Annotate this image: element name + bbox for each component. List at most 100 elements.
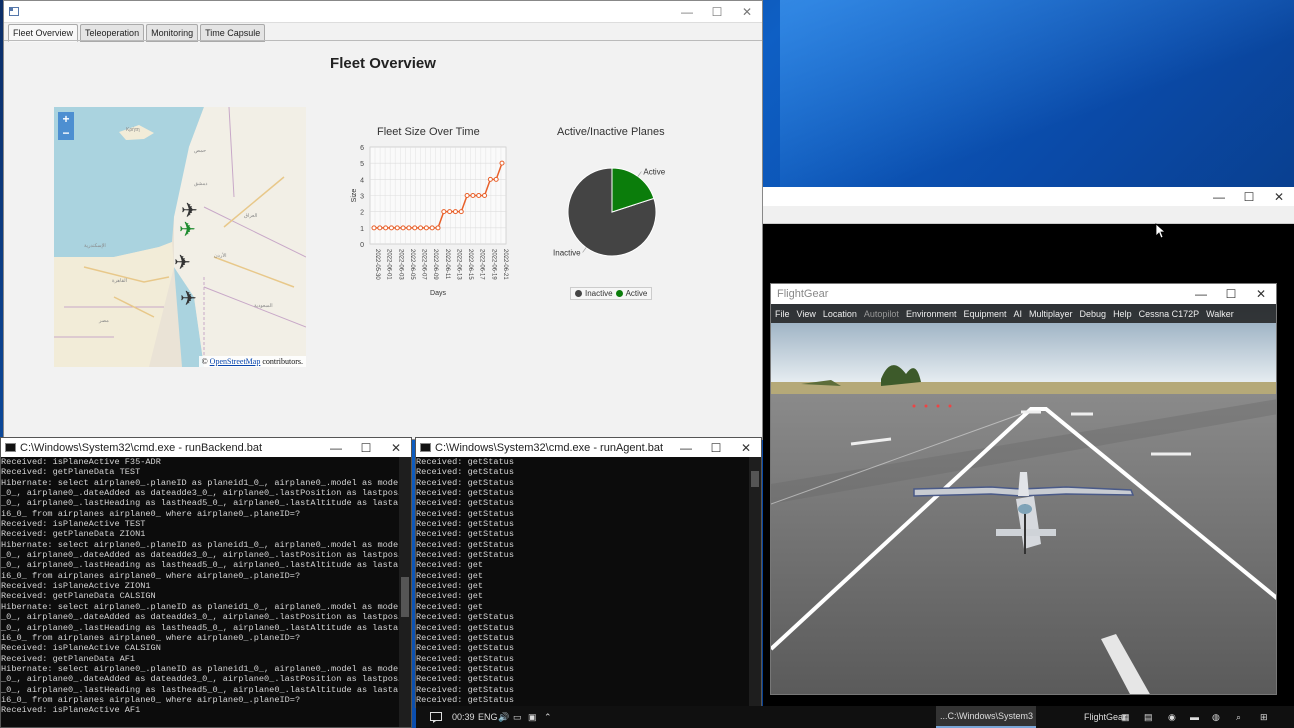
minimize-button[interactable]: —: [671, 438, 701, 457]
console-line: Received: get: [416, 591, 484, 602]
folder-icon[interactable]: ▬: [1190, 706, 1199, 728]
menu-location[interactable]: Location: [823, 309, 857, 319]
menu-multiplayer[interactable]: Multiplayer: [1029, 309, 1073, 319]
taskbar-item-flightgear[interactable]: FlightGear: [1084, 706, 1126, 728]
console-line: Hibernate: select airplane0_.planeID as …: [1, 477, 399, 488]
close-button[interactable]: ✕: [732, 1, 762, 22]
map-zoom-in-button[interactable]: +: [58, 112, 74, 126]
taskbar: 00:39 ENG 🔊 ▭ ▣ ⌃ ...C:\Windows\System3 …: [416, 706, 1294, 728]
x-tick-label: 2022-05-30: [374, 249, 380, 280]
active-airplane-marker-icon[interactable]: ✈: [179, 220, 196, 240]
minimize-button[interactable]: —: [672, 1, 702, 22]
map-zoom-out-button[interactable]: −: [58, 126, 74, 140]
maximize-button[interactable]: ☐: [1216, 284, 1246, 304]
backend-console-window[interactable]: C:\Windows\System32\cmd.exe - runBackend…: [0, 437, 412, 728]
start-icon[interactable]: ⊞: [1260, 706, 1268, 728]
console-output[interactable]: Received: getStatus Received: getStatus Re…: [416, 457, 749, 707]
battery-icon[interactable]: ▭: [513, 706, 522, 728]
maximize-button[interactable]: ☐: [1234, 187, 1264, 206]
console-line: _0_, airplane0_.dateAdded as dateadde3_0…: [1, 488, 399, 499]
title-bar[interactable]: C:\Windows\System32\cmd.exe - runBackend…: [1, 438, 411, 457]
minimize-button[interactable]: —: [321, 438, 351, 457]
openstreetmap-link[interactable]: OpenStreetMap: [210, 357, 261, 366]
pie-slice-label: Inactive: [553, 248, 581, 257]
data-point: [487, 176, 493, 182]
scrollbar[interactable]: [399, 457, 411, 727]
menu-walker[interactable]: Walker: [1206, 309, 1234, 319]
console-line: _0_, airplane0_.lastHeading as lasthead5…: [1, 684, 399, 695]
search-icon[interactable]: ⌕: [1236, 706, 1241, 728]
agent-console-window[interactable]: C:\Windows\System32\cmd.exe - runAgent.b…: [415, 437, 762, 708]
language-indicator[interactable]: ENG: [478, 706, 498, 728]
console-line: Received: getStatus: [416, 694, 514, 705]
menu-ai[interactable]: AI: [1014, 309, 1023, 319]
console-line: Received: getPlaneData ZION1: [1, 529, 146, 540]
console-line: _0_, airplane0_.dateAdded as dateadde3_0…: [1, 612, 399, 623]
maximize-button[interactable]: ☐: [702, 1, 732, 22]
minimize-button[interactable]: —: [1186, 284, 1216, 304]
camera-icon[interactable]: ◉: [1168, 706, 1176, 728]
close-button[interactable]: ✕: [1246, 284, 1276, 304]
x-tick-label: 2022-06-05: [409, 249, 415, 280]
menu-help[interactable]: Help: [1113, 309, 1132, 319]
console-line: Hibernate: select airplane0_.planeID as …: [1, 601, 399, 612]
title-bar[interactable]: — ☐ ✕: [4, 1, 762, 23]
x-tick-label: 2022-06-17: [479, 249, 485, 280]
volume-icon[interactable]: 🔊: [498, 706, 509, 728]
flightgear-icon[interactable]: ▦: [1121, 706, 1130, 728]
active-legend-label: Active: [625, 289, 648, 298]
menu-equipment[interactable]: Equipment: [963, 309, 1006, 319]
console-line: i6_0_ from airplanes airplane0_ where ai…: [1, 632, 301, 643]
console-line: Received: getStatus: [416, 519, 514, 530]
title-bar[interactable]: C:\Windows\System32\cmd.exe - runAgent.b…: [416, 438, 761, 457]
page-title: Fleet Overview: [330, 55, 436, 72]
inactive-legend-swatch: [575, 290, 582, 297]
flight-simulator-view[interactable]: [771, 304, 1277, 695]
menu-cessna[interactable]: Cessna C172P: [1139, 309, 1200, 319]
menu-debug[interactable]: Debug: [1080, 309, 1107, 319]
airplane-marker-icon[interactable]: ✈: [174, 253, 191, 273]
airplane-marker-icon[interactable]: ✈: [180, 289, 197, 309]
console-line: _0_, airplane0_.lastHeading as lasthead5…: [1, 498, 399, 509]
menu-environment[interactable]: Environment: [906, 309, 957, 319]
chrome-icon[interactable]: ◍: [1212, 706, 1220, 728]
title-bar[interactable]: — ☐ ✕: [763, 187, 1294, 206]
scroll-thumb[interactable]: [401, 577, 409, 617]
flightgear-window[interactable]: FlightGear — ☐ ✕ File View Location Auto…: [770, 283, 1277, 695]
data-point: [371, 225, 377, 231]
minimize-button[interactable]: —: [1204, 187, 1234, 206]
x-tick-label: 2022-06-09: [432, 249, 438, 280]
close-button[interactable]: ✕: [731, 438, 761, 457]
scroll-thumb[interactable]: [751, 471, 759, 487]
pie-slice-label: Active: [643, 168, 665, 177]
notification-icon[interactable]: [430, 706, 442, 728]
console-line: Received: getStatus: [416, 457, 514, 467]
maximize-button[interactable]: ☐: [351, 438, 381, 457]
menu-autopilot[interactable]: Autopilot: [864, 309, 899, 319]
network-icon[interactable]: ▣: [528, 706, 537, 728]
data-point: [470, 193, 476, 198]
pie-legend: Inactive Active: [570, 287, 653, 300]
clock[interactable]: 00:39: [452, 706, 475, 728]
title-bar[interactable]: FlightGear — ☐ ✕: [771, 284, 1276, 304]
data-point: [388, 225, 394, 231]
taskbar-item-cmd[interactable]: ...C:\Windows\System3: [936, 706, 1036, 728]
maximize-button[interactable]: ☐: [701, 438, 731, 457]
console-line: Received: getStatus: [416, 663, 514, 674]
close-button[interactable]: ✕: [381, 438, 411, 457]
fleet-map[interactable]: Κρήτη حمص دمشق الإسكندرية القاهرة الأردن مصر…: [54, 107, 306, 367]
scrollbar[interactable]: [749, 457, 761, 707]
app-icon[interactable]: ▤: [1144, 706, 1153, 728]
chevron-up-icon[interactable]: ⌃: [544, 706, 552, 728]
close-button[interactable]: ✕: [1264, 187, 1294, 206]
console-line: i6_0_ from airplanes airplane0_ where ai…: [1, 570, 301, 581]
wallpaper-light-beam: [780, 0, 1294, 190]
y-tick-label: 1: [360, 226, 364, 233]
y-tick-label: 0: [360, 242, 364, 249]
map-attribution: © OpenStreetMap contributors.: [198, 356, 306, 367]
airplane-marker-icon[interactable]: ✈: [181, 201, 198, 221]
menu-file[interactable]: File: [775, 309, 790, 319]
console-output[interactable]: Received: isPlaneActive F35-ADR Received:…: [1, 457, 399, 727]
menu-view[interactable]: View: [797, 309, 816, 319]
fleet-app-window[interactable]: — ☐ ✕ Fleet Overview Teleoperation Monit…: [3, 0, 763, 440]
